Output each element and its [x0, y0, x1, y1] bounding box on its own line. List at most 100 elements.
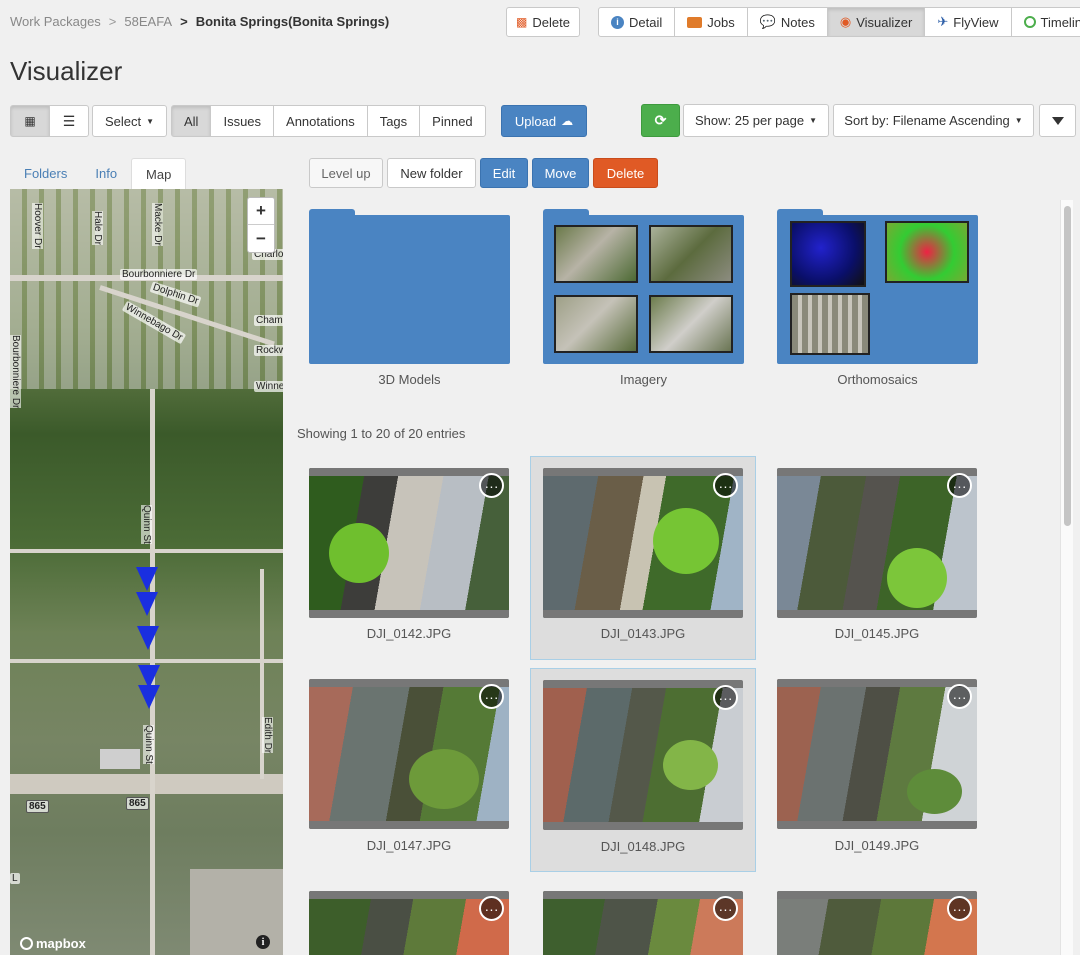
top-nav-tabs: i Detail Jobs 💬 Notes ◉ Visualizer ✈ Fly…: [598, 7, 1080, 37]
info-circle-icon: i: [611, 15, 624, 29]
more-options-icon[interactable]: ···: [479, 896, 504, 921]
map-road: [10, 659, 283, 663]
mapbox-icon: [20, 937, 33, 950]
image-thumbnail[interactable]: ···: [309, 679, 509, 829]
tab-timeline[interactable]: Timeline: [1010, 7, 1080, 37]
upload-button[interactable]: Upload ☁: [501, 105, 587, 137]
photo-location-marker[interactable]: [137, 626, 159, 650]
folder-label: Orthomosaics: [837, 372, 918, 387]
eye-icon: ◉: [839, 14, 852, 29]
more-options-icon[interactable]: ···: [479, 684, 504, 709]
refresh-button[interactable]: ⟳: [641, 104, 680, 137]
refresh-icon: ⟳: [654, 112, 667, 128]
tree-canopy: [887, 548, 947, 608]
folder-thumbnail: [649, 225, 733, 283]
scrollbar-thumb[interactable]: [1064, 206, 1071, 526]
filter-all[interactable]: All: [171, 105, 212, 137]
level-up-button[interactable]: Level up: [309, 158, 383, 188]
edit-button[interactable]: Edit: [480, 158, 528, 188]
filter-annotations[interactable]: Annotations: [273, 105, 368, 137]
scrollbar[interactable]: [1060, 200, 1073, 955]
street-label: Quinn St: [141, 505, 152, 544]
caret-down-icon: ▼: [146, 116, 155, 126]
filter-tags[interactable]: Tags: [366, 105, 421, 137]
image-thumbnail[interactable]: ···: [777, 891, 977, 955]
filter-issues[interactable]: Issues: [210, 105, 275, 137]
image-card[interactable]: ··· DJI_0147.JPG: [296, 668, 522, 872]
zoom-out-button[interactable]: −: [248, 225, 274, 252]
sort-dropdown[interactable]: Sort by: Filename Ascending ▼: [833, 104, 1034, 137]
more-options-icon[interactable]: ···: [713, 685, 738, 710]
mapbox-logo[interactable]: mapbox: [20, 936, 86, 951]
photo-location-marker[interactable]: [136, 592, 158, 616]
more-options-icon[interactable]: ···: [947, 473, 972, 498]
image-filename: DJI_0148.JPG: [600, 839, 686, 854]
more-options-icon[interactable]: ···: [947, 896, 972, 921]
zoom-in-button[interactable]: +: [248, 198, 274, 225]
tree-canopy: [409, 749, 479, 809]
list-view-button[interactable]: ☰: [49, 105, 89, 137]
folder-imagery[interactable]: [543, 209, 744, 369]
map-highway: [10, 774, 283, 794]
map-road: [10, 549, 283, 553]
street-label: Bourbonniere Dr: [120, 269, 198, 280]
filter-button[interactable]: [1039, 104, 1076, 137]
trash-icon: ▩: [516, 15, 528, 29]
photo-location-marker[interactable]: [138, 685, 160, 709]
folder-thumbnail: [885, 221, 969, 283]
tab-jobs[interactable]: Jobs: [674, 7, 748, 37]
delete-button[interactable]: Delete: [593, 158, 658, 188]
tab-visualizer[interactable]: ◉ Visualizer: [826, 7, 926, 37]
folder-3d-models[interactable]: [309, 209, 510, 369]
street-label: Rockw: [254, 345, 283, 356]
more-options-icon[interactable]: ···: [947, 684, 972, 709]
image-thumbnail[interactable]: ···: [777, 679, 977, 829]
folder-thumbnail: [649, 295, 733, 353]
map-building: [100, 749, 140, 769]
image-card-selected[interactable]: ··· DJI_0143.JPG: [530, 456, 756, 660]
image-filename: DJI_0145.JPG: [834, 626, 920, 641]
breadcrumb-work-packages[interactable]: Work Packages: [10, 14, 101, 29]
image-thumbnail[interactable]: ···: [309, 468, 509, 618]
tab-info[interactable]: Info: [81, 158, 131, 189]
new-folder-button[interactable]: New folder: [387, 158, 476, 188]
image-thumbnail[interactable]: ···: [309, 891, 509, 955]
more-options-icon[interactable]: ···: [713, 473, 738, 498]
tab-detail[interactable]: i Detail: [598, 7, 676, 37]
plane-icon: ✈: [937, 14, 949, 29]
image-thumbnail[interactable]: ···: [777, 468, 977, 618]
image-card[interactable]: ··· DJI_0142.JPG: [296, 456, 522, 660]
image-card[interactable]: ··· DJI_0149.JPG: [764, 668, 990, 872]
tree-canopy: [653, 508, 719, 574]
tab-folders[interactable]: Folders: [10, 158, 81, 189]
street-label: Hale Dr: [92, 211, 103, 245]
tab-notes[interactable]: 💬 Notes: [746, 7, 828, 37]
image-card[interactable]: ··· DJI_0145.JPG: [764, 456, 990, 660]
select-dropdown[interactable]: Select ▼: [92, 105, 167, 137]
more-options-icon[interactable]: ···: [479, 473, 504, 498]
grid-view-button[interactable]: ▦: [10, 105, 50, 137]
briefcase-icon: [687, 16, 703, 28]
filter-pinned[interactable]: Pinned: [419, 105, 486, 137]
street-label: Macke Dr: [152, 203, 163, 246]
image-card-selected[interactable]: ··· DJI_0148.JPG: [530, 668, 756, 872]
more-options-icon[interactable]: ···: [713, 896, 738, 921]
delete-package-button[interactable]: ▩ Delete: [506, 7, 580, 37]
tab-map[interactable]: Map: [131, 158, 187, 189]
folder-orthomosaics[interactable]: [777, 209, 978, 369]
street-label: Winne: [254, 381, 283, 392]
filter-group: All Issues Annotations Tags Pinned: [171, 105, 486, 137]
map-info-icon[interactable]: i: [256, 935, 270, 949]
move-button[interactable]: Move: [532, 158, 589, 188]
tree-canopy: [329, 523, 389, 583]
photo-location-marker[interactable]: [136, 567, 158, 591]
tab-flyview[interactable]: ✈ FlyView: [924, 7, 1012, 37]
per-page-dropdown[interactable]: Show: 25 per page ▼: [683, 104, 829, 137]
image-thumbnail[interactable]: ···: [543, 468, 743, 618]
image-thumbnail[interactable]: ···: [543, 680, 743, 830]
breadcrumb-project[interactable]: 58EAFA: [124, 14, 172, 29]
street-label: Bourbonniere Dr: [10, 335, 21, 409]
image-thumbnail[interactable]: ···: [543, 891, 743, 955]
folder-thumbnail: [554, 225, 638, 283]
map-view[interactable]: Hoover Dr Hale Dr Macke Dr Bourbonniere …: [10, 189, 283, 955]
